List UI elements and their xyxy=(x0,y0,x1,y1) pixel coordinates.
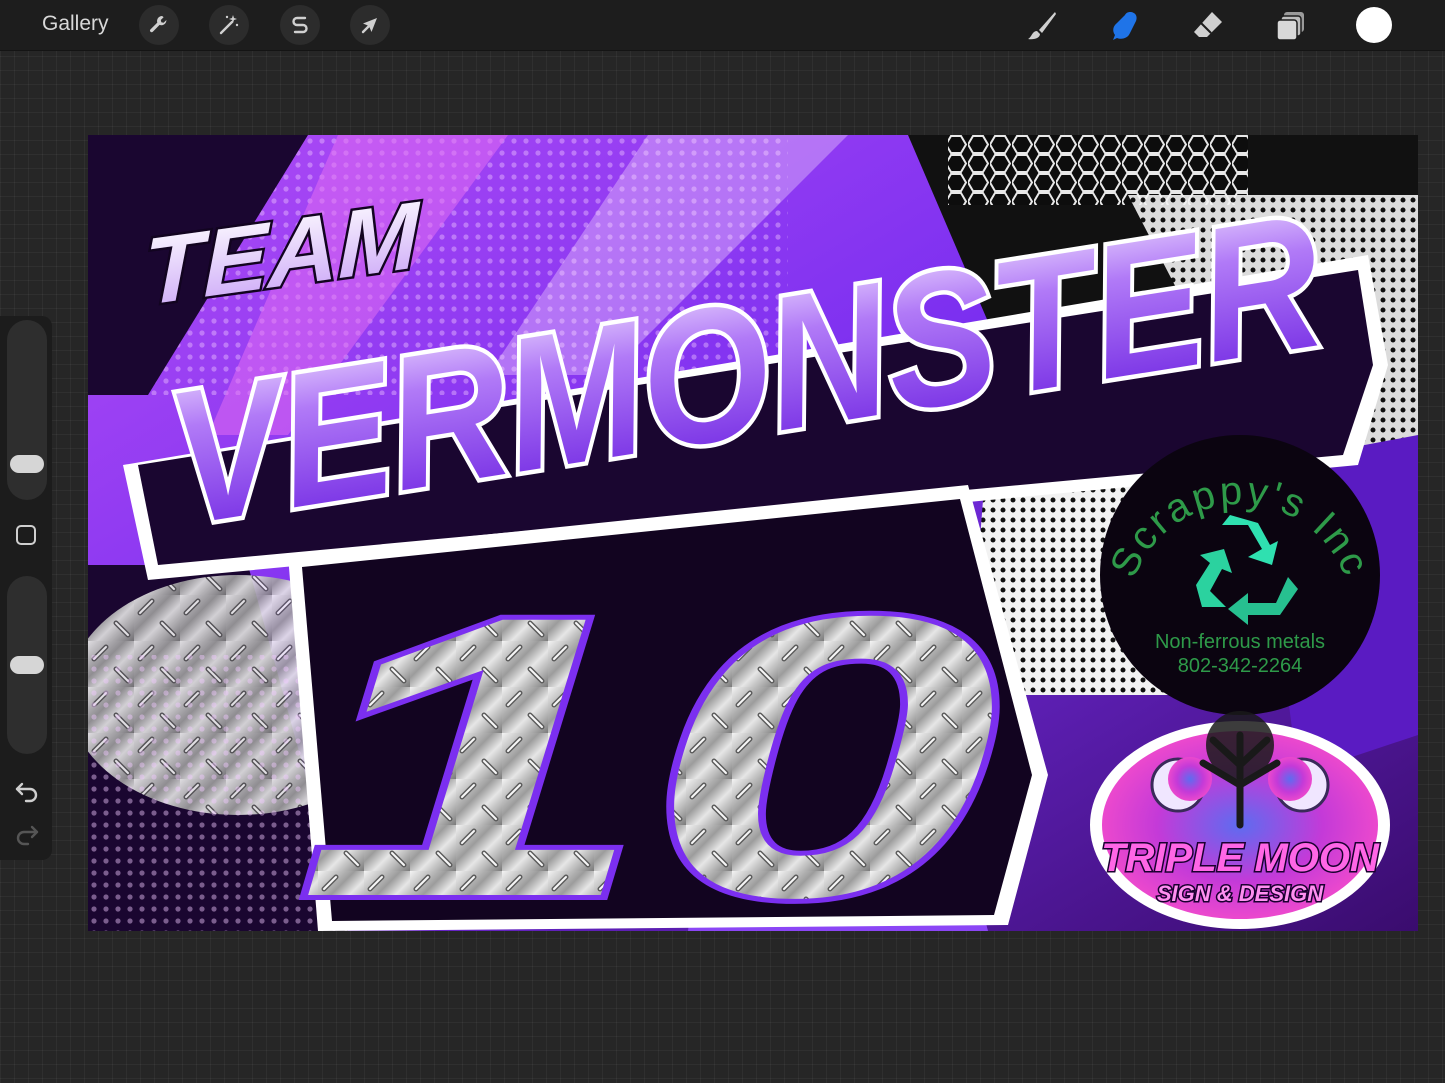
selection-s-icon xyxy=(292,16,308,34)
wrench-icon xyxy=(150,16,167,33)
magic-wand-icon xyxy=(219,15,239,35)
eraser-icon xyxy=(1194,12,1222,37)
top-toolbar: Gallery xyxy=(0,0,1445,51)
number-text: 10 xyxy=(298,533,998,931)
modify-button[interactable] xyxy=(16,525,36,545)
artwork: TEAM VERMONSTER 10 Scrappy's Inc TRIPLE … xyxy=(88,135,1418,931)
layers-icon xyxy=(1276,12,1304,41)
gallery-button[interactable]: Gallery xyxy=(42,12,109,36)
drawing-canvas[interactable]: TEAM VERMONSTER 10 Scrappy's Inc TRIPLE … xyxy=(88,135,1418,931)
transform-button[interactable] xyxy=(350,5,390,45)
redo-button[interactable] xyxy=(14,821,40,847)
sponsor-line1: Non-ferrous metals xyxy=(1154,631,1326,653)
opacity-slider[interactable] xyxy=(7,576,47,754)
brush-size-slider-thumb[interactable] xyxy=(10,454,44,473)
undo-arrow-icon xyxy=(15,782,38,803)
designer-logo-line1: TRIPLE MOON xyxy=(1101,836,1380,880)
sponsor-line2: 802-342-2264 xyxy=(1177,655,1303,677)
left-sidebar xyxy=(0,316,52,860)
redo-arrow-icon xyxy=(16,825,39,846)
opacity-slider-thumb[interactable] xyxy=(10,656,44,674)
selection-button[interactable] xyxy=(280,5,320,45)
eraser-tool-button[interactable] xyxy=(1188,6,1228,46)
layers-button[interactable] xyxy=(1271,6,1311,46)
arrow-cursor-icon xyxy=(361,18,377,34)
smudge-finger-icon xyxy=(1113,12,1137,40)
brush-size-slider[interactable] xyxy=(7,320,47,500)
adjustments-button[interactable] xyxy=(209,5,249,45)
undo-button[interactable] xyxy=(14,778,40,804)
designer-logo-line2: SIGN & DESIGN xyxy=(1157,881,1324,906)
brush-tool-button[interactable] xyxy=(1022,6,1062,46)
brush-icon xyxy=(1028,12,1056,40)
color-picker-button[interactable] xyxy=(1356,7,1392,43)
actions-button[interactable] xyxy=(139,5,179,45)
smudge-tool-button[interactable] xyxy=(1105,6,1145,46)
